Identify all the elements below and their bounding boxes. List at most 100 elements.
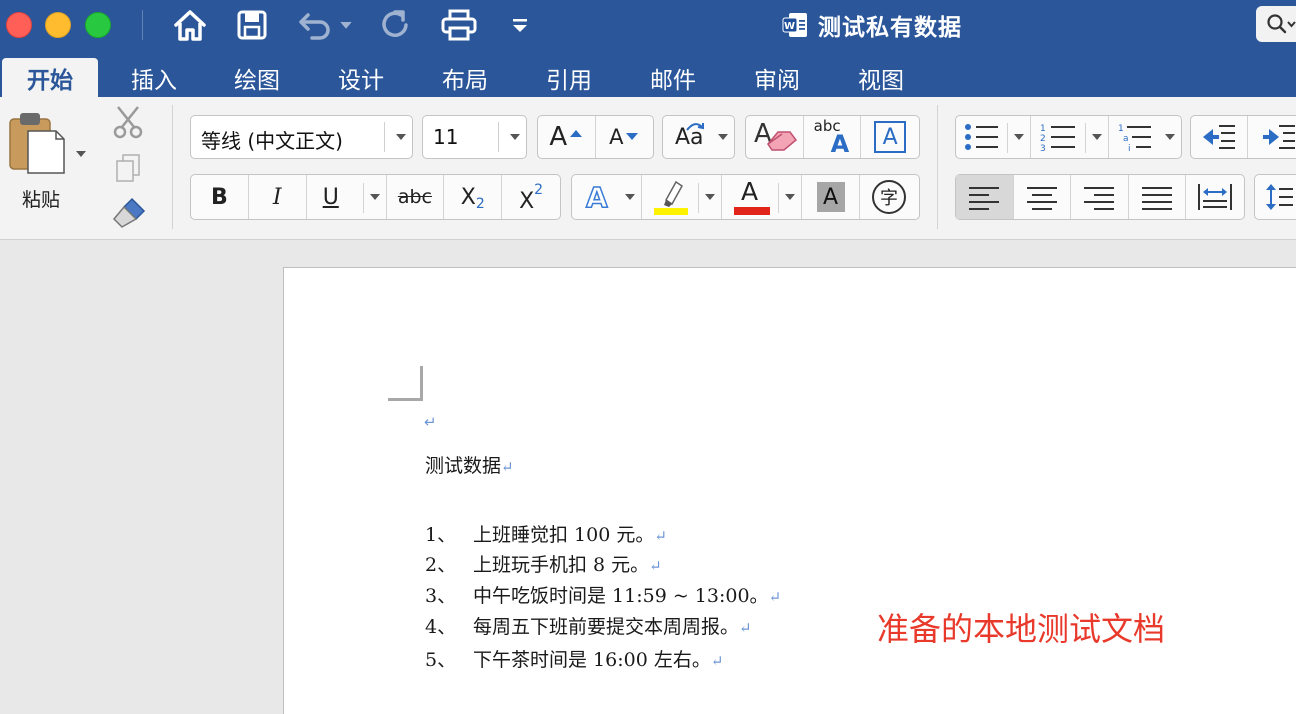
text-effects-button[interactable]: A [572, 175, 642, 219]
paste-button[interactable]: 粘贴 [6, 109, 90, 211]
close-window-button[interactable] [6, 12, 32, 38]
svg-text:1: 1 [1040, 124, 1046, 134]
character-shading-icon: A [816, 182, 845, 212]
minimize-window-button[interactable] [45, 12, 71, 38]
home-icon[interactable] [170, 8, 210, 42]
bold-icon: B [211, 184, 228, 210]
tab-home[interactable]: 开始 [2, 58, 98, 97]
customize-toolbar-icon[interactable] [506, 8, 534, 42]
doc-title-line[interactable]: 测试数据↵ [425, 451, 514, 478]
clear-formatting-button[interactable]: A [746, 116, 804, 158]
font-color-button[interactable]: A [722, 175, 802, 219]
svg-text:2: 2 [1040, 134, 1046, 144]
tab-review[interactable]: 审阅 [741, 58, 813, 97]
undo-icon[interactable] [296, 8, 356, 42]
character-border-icon: A [874, 121, 907, 153]
list-item-number: 4、 [425, 616, 457, 638]
enclose-characters-icon: 字 [872, 180, 906, 214]
superscript-icon: X [519, 188, 535, 214]
phonetic-guide-button[interactable]: abc A [804, 116, 862, 158]
ribbon-tabs: 开始 插入 绘图 设计 布局 引用 邮件 审阅 视图 [0, 50, 1296, 97]
save-icon[interactable] [234, 8, 270, 42]
align-left-icon [969, 187, 1000, 210]
tab-insert[interactable]: 插入 [118, 58, 190, 97]
multilevel-list-button[interactable]: 1ai [1109, 116, 1181, 158]
numbering-button[interactable]: 123 [1031, 116, 1109, 158]
margin-crop-mark [420, 366, 423, 400]
list-item[interactable]: 上班玩手机扣 8 元。↵ [473, 550, 662, 577]
character-shading-button[interactable]: A [802, 175, 860, 219]
font-style-group: B I U abc X2 X2 [190, 174, 561, 220]
font-name-select[interactable]: 等线 (中文正文) [190, 115, 413, 159]
multilevel-list-dropdown-icon[interactable] [1165, 134, 1175, 140]
numbering-dropdown-icon[interactable] [1092, 134, 1102, 140]
underline-dropdown-icon[interactable] [369, 194, 380, 200]
bullets-button[interactable] [956, 116, 1031, 158]
svg-text:W: W [784, 21, 796, 32]
highlight-button[interactable] [642, 175, 722, 219]
font-name-value: 等线 (中文正文) [201, 129, 343, 153]
bullets-dropdown-icon[interactable] [1014, 134, 1024, 140]
tab-view[interactable]: 视图 [845, 58, 917, 97]
decrease-indent-button[interactable] [1191, 116, 1249, 158]
superscript-button[interactable]: X2 [502, 175, 560, 219]
strikethrough-button[interactable]: abc [387, 175, 445, 219]
word-doc-icon: W [782, 12, 808, 38]
title-bar: W 测试私有数据 [0, 0, 1296, 50]
print-icon[interactable] [439, 8, 479, 42]
font-size-value: 11 [433, 125, 459, 149]
grow-font-button[interactable]: A [538, 116, 596, 158]
line-spacing-button[interactable] [1254, 174, 1296, 220]
character-border-button[interactable]: A [861, 116, 919, 158]
font-size-adjust-group: A A [537, 115, 654, 159]
shrink-font-button[interactable]: A [596, 116, 654, 158]
justify-icon [1142, 187, 1173, 210]
cut-icon[interactable] [112, 105, 144, 139]
search-icon [1267, 14, 1296, 34]
list-item[interactable]: 上班睡觉扣 100 元。↵ [473, 520, 667, 547]
search-box[interactable] [1256, 6, 1296, 42]
subscript-button[interactable]: X2 [444, 175, 503, 219]
justify-button[interactable] [1129, 175, 1187, 219]
align-center-button[interactable] [1014, 175, 1072, 219]
paste-dropdown-icon[interactable] [76, 151, 86, 157]
redo-icon[interactable] [376, 8, 414, 42]
change-case-button[interactable]: Aa [662, 115, 735, 159]
text-effects-icon: A [585, 180, 608, 215]
tab-design[interactable]: 设计 [325, 58, 397, 97]
tab-mailings[interactable]: 邮件 [637, 58, 709, 97]
multilevel-list-icon: 1ai [1118, 124, 1151, 153]
underline-button[interactable]: U [307, 175, 387, 219]
font-color-dropdown-icon[interactable] [785, 194, 795, 200]
svg-text:a: a [1123, 134, 1129, 144]
align-right-button[interactable] [1071, 175, 1129, 219]
bullets-icon [965, 124, 998, 150]
font-size-select[interactable]: 11 [422, 115, 527, 159]
list-item-number: 5、 [425, 649, 457, 671]
tab-layout[interactable]: 布局 [429, 58, 501, 97]
tab-references[interactable]: 引用 [533, 58, 605, 97]
titlebar-divider [142, 10, 143, 40]
text-tools-group: A abc A A [745, 115, 920, 159]
copy-icon[interactable] [114, 153, 142, 183]
tab-draw[interactable]: 绘图 [221, 58, 293, 97]
increase-indent-button[interactable] [1248, 116, 1296, 158]
paste-label: 粘贴 [22, 189, 61, 211]
distributed-button[interactable] [1186, 175, 1244, 219]
font-color-icon: A [734, 177, 770, 217]
list-item[interactable]: 下午茶时间是 16:00 左右。↵ [473, 645, 723, 672]
enclose-characters-button[interactable]: 字 [860, 175, 918, 219]
text-effects-dropdown-icon[interactable] [625, 194, 635, 200]
indent-group [1190, 115, 1296, 159]
list-item[interactable]: 每周五下班前要提交本周周报。↵ [473, 612, 752, 639]
format-painter-icon[interactable] [110, 197, 146, 229]
zoom-window-button[interactable] [85, 12, 111, 38]
grow-font-icon: A [549, 122, 568, 152]
bold-button[interactable]: B [191, 175, 249, 219]
ribbon-home: 粘贴 等线 (中文正文) 11 A A Aa A abc A A B I U a… [0, 97, 1296, 240]
highlight-dropdown-icon[interactable] [705, 194, 715, 200]
subscript-icon: X [460, 184, 476, 210]
list-item[interactable]: 中午吃饭时间是 11:59 ~ 13:00。↵ [473, 581, 781, 608]
italic-button[interactable]: I [249, 175, 307, 219]
align-left-button[interactable] [956, 175, 1014, 219]
